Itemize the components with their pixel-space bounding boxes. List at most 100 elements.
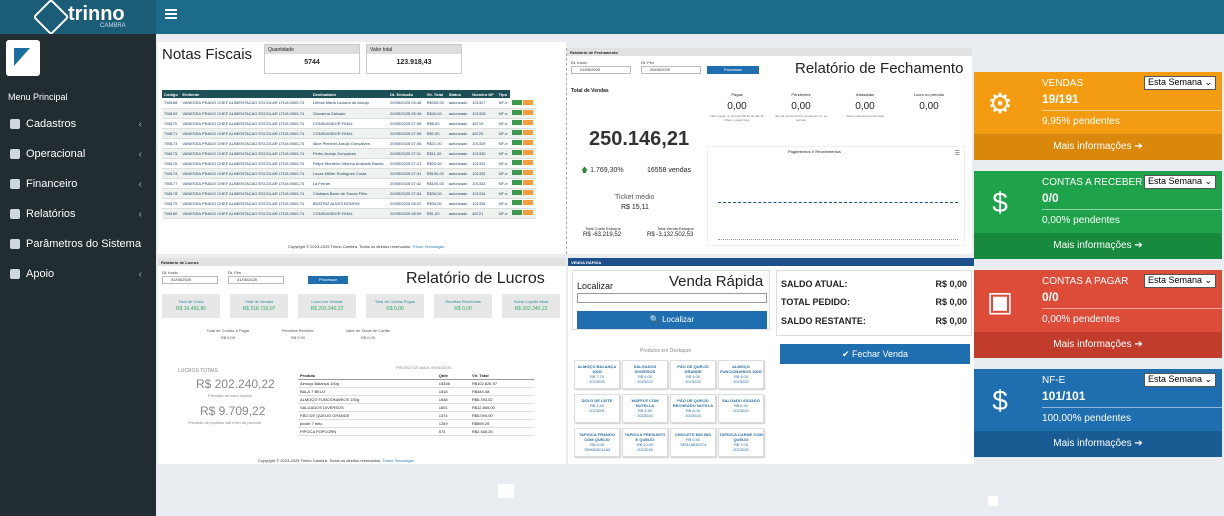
xml-button[interactable]	[523, 110, 534, 115]
table-row[interactable]: 798170 VANESSA PRADO CHEF ALIMENTACAO ESC…	[162, 118, 536, 129]
table-row[interactable]: 798173 VANESSA PRADO CHEF ALIMENTACAO ESC…	[162, 138, 536, 149]
xml-button[interactable]	[523, 160, 534, 165]
column-header[interactable]: Número NF	[470, 90, 497, 98]
footer-link[interactable]: Trinno Tecnologia	[382, 458, 413, 463]
sidebar: Menu Principal Cadastros ‹ Operacional ‹ F…	[0, 34, 156, 516]
table-row[interactable]: 798177 VANESSA PRADO CHEF ALIMENTACAO ESC…	[162, 178, 536, 189]
column-header[interactable]: Vlr. Total	[424, 90, 447, 98]
edit-button[interactable]	[512, 99, 523, 105]
edit-button[interactable]	[512, 140, 523, 145]
edit-button[interactable]	[512, 130, 523, 135]
table-row[interactable]: 798171 VANESSA PRADO CHEF ALIMENTACAO ESC…	[162, 128, 536, 139]
dt-fim-field[interactable]: 26/05/2025	[641, 66, 701, 74]
phone-book-icon	[10, 269, 20, 279]
table-cell: 20/05/2025 07:08	[388, 118, 425, 129]
column-header[interactable]: Tipo	[496, 90, 511, 98]
sidebar-item-financeiro[interactable]: Financeiro ‹	[0, 169, 156, 199]
table-cell: NF-e	[496, 128, 511, 139]
table-row[interactable]: 798180 VANESSA PRADO CHEF ALIMENTACAO ESC…	[162, 208, 536, 219]
column-header[interactable]: Dt. Emissão	[388, 90, 425, 98]
fechar-venda-button[interactable]: ✔ Fechar Venda	[780, 344, 970, 364]
table-row[interactable]: 798199 VANESSA PRADO CHEF ALIMENTACAO ESC…	[162, 108, 536, 119]
processar-button[interactable]: Processar	[707, 66, 759, 74]
edit-button[interactable]	[512, 200, 523, 205]
placeholder-square	[988, 496, 998, 506]
column-header[interactable]: Status	[446, 90, 471, 98]
product-card[interactable]: SALGADOS DIVERSOS R$ 6,00 2023023	[622, 360, 668, 389]
edit-button[interactable]	[512, 110, 523, 115]
chevron-left-icon: ‹	[138, 238, 142, 250]
chart-menu-icon[interactable]: ☰	[955, 150, 960, 157]
row-actions	[510, 178, 536, 189]
product-card[interactable]: TAPIOCA CARNE COM QUEIJO R$ 7,00 2023020	[718, 428, 764, 457]
table-cell: 574	[436, 427, 470, 436]
more-info-link[interactable]: Mais informações ➔	[974, 233, 1222, 259]
chart-title: Pagamentos X Recebimentos	[788, 149, 841, 154]
sidebar-item-parametros[interactable]: Parâmetros do Sistema ‹	[0, 229, 156, 259]
table-row[interactable]: 798178 VANESSA PRADO CHEF ALIMENTACAO ESC…	[162, 188, 536, 199]
product-card[interactable]: DOLO DE LEITE R$ 1,50 2023001	[574, 394, 620, 423]
xml-button[interactable]	[523, 150, 534, 155]
column-header[interactable]: Destinatário	[310, 90, 389, 98]
more-info-link[interactable]: Mais informações ➔	[974, 332, 1222, 358]
brand[interactable]: trinno CAMBRA	[0, 0, 156, 36]
dt-fim-label: Dt. Fim	[228, 270, 241, 275]
localizar-input[interactable]	[577, 293, 767, 303]
processar-button[interactable]: Processar	[308, 276, 348, 284]
column-header[interactable]: Emitente	[180, 90, 311, 98]
sidebar-item-relatorios[interactable]: Relatórios ‹	[0, 199, 156, 229]
table-row[interactable]: 798176 VANESSA PRADO CHEF ALIMENTACAO ESC…	[162, 158, 536, 169]
xml-button[interactable]	[523, 140, 534, 145]
table-row[interactable]: 798175 VANESSA PRADO CHEF ALIMENTACAO ESC…	[162, 148, 536, 159]
table-row[interactable]: 798188 VANESSA PRADO CHEF ALIMENTACAO ESC…	[162, 98, 536, 109]
edit-button[interactable]	[512, 210, 523, 215]
xml-button[interactable]	[523, 190, 534, 195]
xml-button[interactable]	[523, 99, 534, 105]
sidebar-item-cadastros[interactable]: Cadastros ‹	[0, 109, 156, 139]
xml-button[interactable]	[523, 120, 534, 125]
stat-title: Pendentes	[791, 92, 811, 97]
xml-button[interactable]	[523, 200, 534, 205]
hamburger-menu-icon[interactable]	[165, 9, 177, 19]
product-card[interactable]: SALGADO ASSADO R$ 6,40 2023022	[718, 394, 764, 423]
sidebar-item-operacional[interactable]: Operacional ‹	[0, 139, 156, 169]
edit-button[interactable]	[512, 190, 523, 195]
table-row[interactable]: 798174 VANESSA PRADO CHEF ALIMENTACAO ESC…	[162, 168, 536, 179]
product-code: 2023020	[733, 447, 749, 452]
localizar-button[interactable]: 🔍 Localizar	[577, 311, 767, 329]
sidebar-item-apoio[interactable]: Apoio ‹	[0, 259, 156, 289]
footer-link[interactable]: Trinno Tecnologia	[412, 244, 443, 249]
product-card[interactable]: WAFFLE COM NUTELLA R$ 4,50 2023010	[622, 394, 668, 423]
period-select[interactable]: Esta Semana ⌄	[1144, 76, 1216, 90]
edit-button[interactable]	[512, 180, 523, 185]
more-info-link[interactable]: Mais informações ➔	[974, 431, 1222, 457]
more-info-link[interactable]: Mais informações ➔	[974, 134, 1222, 160]
column-header[interactable]: Código	[162, 90, 181, 98]
dt-inicio-field[interactable]: 01/05/2025	[571, 66, 631, 74]
xml-button[interactable]	[523, 170, 534, 175]
product-card[interactable]: TAPIOCA FRANGO COM QUEIJO R$ 9,00 78965280…	[574, 428, 620, 457]
product-card[interactable]: TAPIOCA PRESUNTO E QUEIJO R$ 10,00 2023018	[622, 428, 668, 457]
period-select[interactable]: Esta Semana ⌄	[1144, 175, 1216, 189]
xml-button[interactable]	[523, 210, 534, 215]
edit-button[interactable]	[512, 150, 523, 155]
table-row[interactable]: 798179 VANESSA PRADO CHEF ALIMENTACAO ESC…	[162, 198, 536, 209]
xml-button[interactable]	[523, 130, 534, 135]
xml-button[interactable]	[523, 180, 534, 185]
product-card[interactable]: CHICLETE BIG BIG R$ 0,50 789118832974	[670, 428, 716, 457]
kpi-card: Total de Contas Pagas R$ 0,00	[366, 294, 424, 318]
dt-inicio-field[interactable]: 01/05/2025	[162, 276, 218, 284]
stat-title: Atrasadas	[855, 92, 874, 97]
period-select[interactable]: Esta Semana ⌄	[1144, 274, 1216, 288]
product-card[interactable]: ALMOÇO FUNCIONARIOS 100G R$ 4,00 2023022	[718, 360, 764, 389]
dt-fim-field[interactable]: 31/05/2025	[228, 276, 284, 284]
edit-button[interactable]	[512, 170, 523, 175]
product-card[interactable]: PÃO DE QUEIJO GRANDE R$ 4,00 2023024	[670, 360, 716, 389]
product-card[interactable]: ALMOÇO BALANÇA 100G R$ 7,70 2023025	[574, 360, 620, 389]
period-select[interactable]: Esta Semana ⌄	[1144, 373, 1216, 387]
edit-button[interactable]	[512, 160, 523, 165]
product-card[interactable]: PÃO DE QUEIJO RECHEADO NUTELA R$ 6,00 2023…	[670, 394, 716, 423]
tile-divider	[1042, 209, 1222, 210]
table-cell: 48719	[470, 118, 497, 129]
edit-button[interactable]	[512, 120, 523, 125]
